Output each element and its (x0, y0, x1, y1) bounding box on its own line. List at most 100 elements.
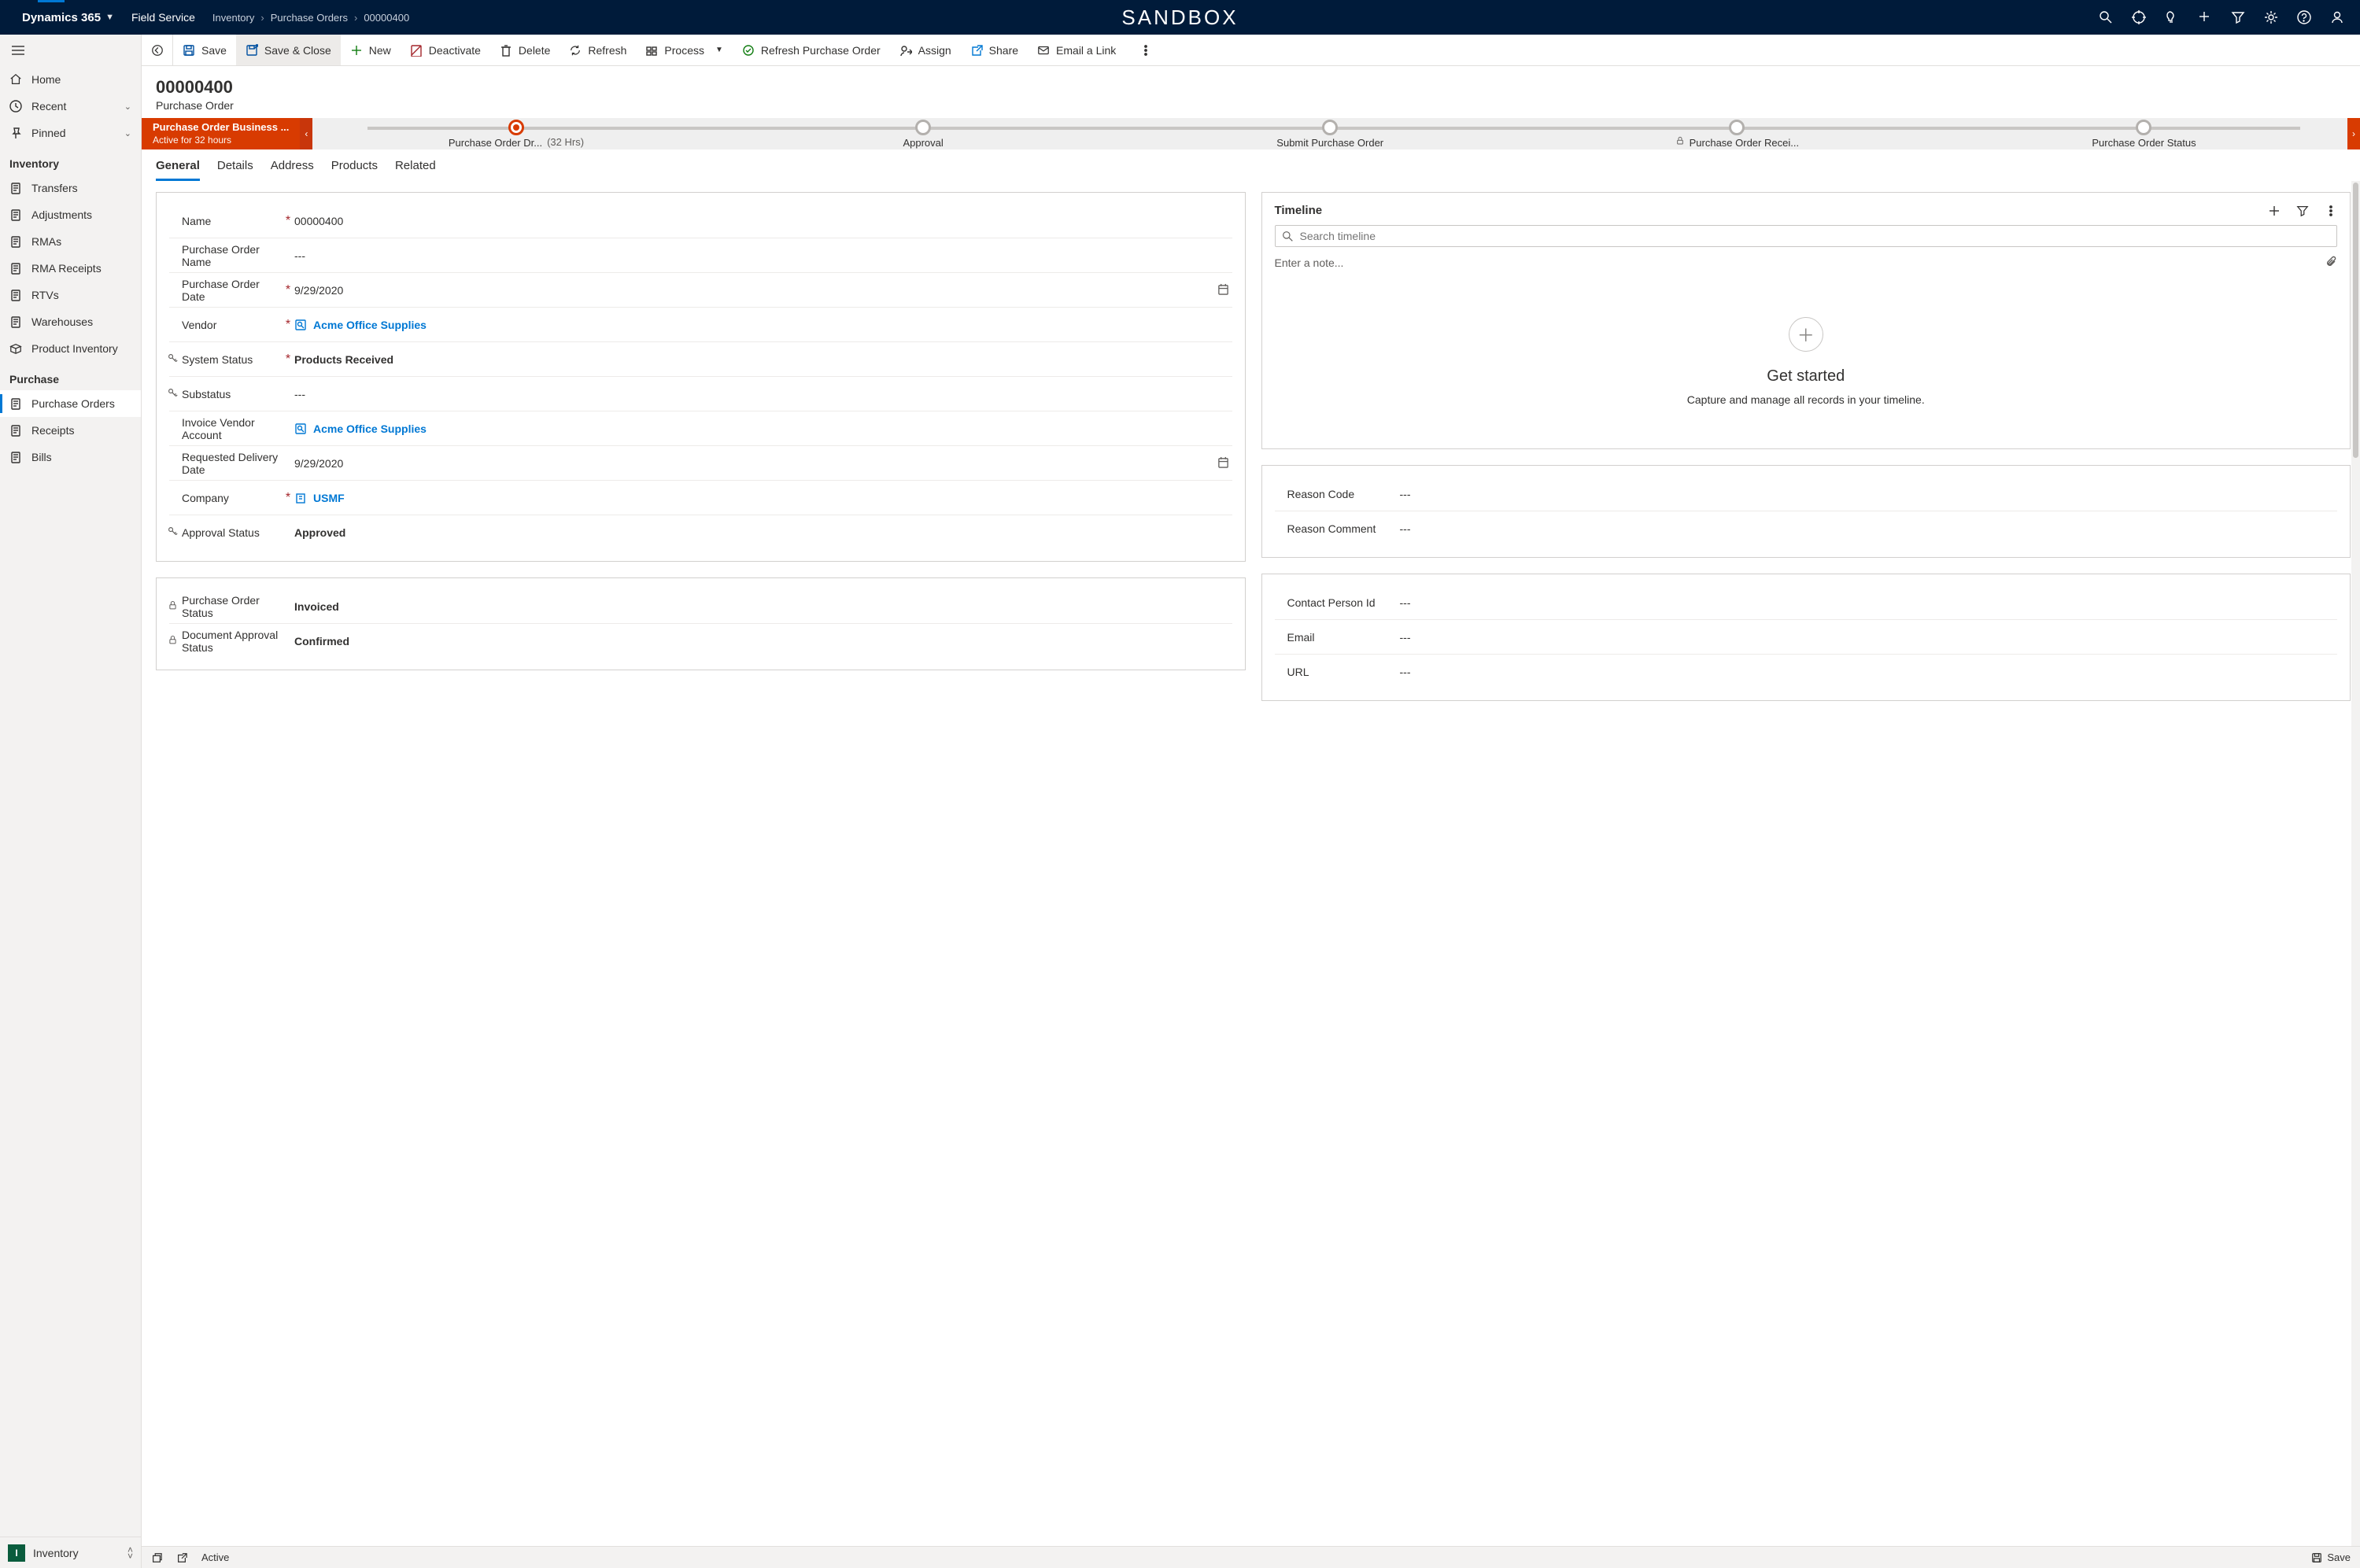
refresh-button[interactable]: Refresh (560, 35, 636, 65)
nav-transfers[interactable]: Transfers (0, 175, 141, 201)
nav-label: Pinned (31, 127, 66, 139)
deactivate-button[interactable]: Deactivate (401, 35, 490, 65)
popout-icon[interactable] (151, 1552, 162, 1563)
timeline-filter-button[interactable] (2296, 205, 2309, 217)
doc-approval-value: Confirmed (293, 632, 1232, 651)
nav-rtvs[interactable]: RTVs (0, 282, 141, 308)
key-icon (168, 353, 178, 366)
reason-code-input[interactable]: --- (1398, 485, 2338, 504)
share-button[interactable]: Share (961, 35, 1028, 65)
nav-purchase-orders[interactable]: Purchase Orders (0, 390, 141, 417)
module-name[interactable]: Field Service (131, 11, 195, 24)
email-input[interactable]: --- (1398, 628, 2338, 647)
filter-icon[interactable] (2231, 10, 2245, 24)
bpf-stage-submit[interactable]: Submit Purchase Order (1127, 118, 1534, 149)
tab-related[interactable]: Related (395, 159, 436, 181)
nav-label: Product Inventory (31, 342, 118, 355)
calendar-icon[interactable] (1215, 283, 1232, 297)
system-status-input[interactable]: Products Received (293, 350, 1232, 369)
go-back-button[interactable] (142, 35, 173, 65)
task-icon[interactable] (2132, 10, 2146, 24)
contact-input[interactable]: --- (1398, 593, 2338, 612)
save-close-button[interactable]: Save & Close (236, 35, 341, 65)
save-button[interactable]: Save (173, 35, 236, 65)
key-icon (168, 388, 178, 400)
bulb-icon[interactable] (2165, 10, 2179, 24)
nav-rmas[interactable]: RMAs (0, 228, 141, 255)
nav-product-inventory[interactable]: Product Inventory (0, 335, 141, 362)
timeline-search-input[interactable] (1300, 230, 2331, 242)
chevron-down-icon: ⌄ (124, 101, 131, 112)
bpf-next-button[interactable]: › (2347, 118, 2360, 149)
more-commands-button[interactable] (1130, 35, 1162, 65)
vertical-scrollbar[interactable] (2351, 181, 2360, 1568)
field-email: Email --- (1275, 620, 2338, 655)
substatus-input[interactable]: --- (293, 385, 1232, 404)
app-brand[interactable]: Dynamics 365 (22, 11, 101, 24)
field-po-name: Purchase Order Name --- (169, 238, 1232, 273)
approval-status-input[interactable]: Approved (293, 523, 1232, 542)
tab-products[interactable]: Products (331, 159, 378, 181)
breadcrumb: Inventory › Purchase Orders › 00000400 (212, 12, 409, 24)
timeline-add-button[interactable] (2268, 205, 2281, 217)
name-input[interactable]: 00000400 (293, 212, 1232, 231)
nav-label: Home (31, 73, 61, 86)
po-name-input[interactable]: --- (293, 246, 1232, 265)
assign-button[interactable]: Assign (890, 35, 961, 65)
nav-label: RTVs (31, 289, 59, 301)
crumb-inventory[interactable]: Inventory (212, 12, 254, 24)
email-link-button[interactable]: Email a Link (1028, 35, 1125, 65)
vendor-lookup[interactable]: Acme Office Supplies (293, 315, 1232, 334)
bpf-stage-receive[interactable]: Purchase Order Recei... (1534, 118, 1941, 149)
timeline-more-button[interactable] (2325, 205, 2337, 217)
hamburger-button[interactable] (0, 35, 141, 66)
url-input[interactable]: --- (1398, 662, 2338, 681)
crumb-purchase-orders[interactable]: Purchase Orders (271, 12, 348, 24)
nav-rma-receipts[interactable]: RMA Receipts (0, 255, 141, 282)
nav-recent[interactable]: Recent ⌄ (0, 93, 141, 120)
bpf-title[interactable]: Purchase Order Business ... Active for 3… (142, 118, 300, 149)
tab-address[interactable]: Address (271, 159, 314, 181)
key-icon (168, 526, 178, 539)
attachment-icon[interactable] (2325, 255, 2337, 270)
new-button[interactable]: New (341, 35, 401, 65)
timeline-note-input[interactable]: Enter a note... (1275, 256, 1344, 269)
plus-icon[interactable] (2198, 10, 2212, 24)
nav-warehouses[interactable]: Warehouses (0, 308, 141, 335)
help-icon[interactable] (2297, 10, 2311, 24)
footer-save-button[interactable]: Save (2311, 1551, 2351, 1563)
field-substatus: Substatus --- (169, 377, 1232, 411)
field-invoice-vendor: Invoice Vendor Account Acme Office Suppl… (169, 411, 1232, 446)
nav-home[interactable]: Home (0, 66, 141, 93)
delete-button[interactable]: Delete (490, 35, 560, 65)
plus-circle-icon[interactable]: ＋ (1789, 317, 1823, 352)
nav-pinned[interactable]: Pinned ⌄ (0, 120, 141, 146)
invoice-vendor-lookup[interactable]: Acme Office Supplies (293, 419, 1232, 438)
user-icon[interactable] (2330, 10, 2344, 24)
company-lookup[interactable]: USMF (293, 489, 1232, 507)
bpf-stage-draft[interactable]: Purchase Order Dr... (32 Hrs) (312, 118, 719, 149)
search-icon[interactable] (2099, 10, 2113, 24)
crumb-record[interactable]: 00000400 (364, 12, 409, 24)
bpf-stage-status[interactable]: Purchase Order Status (1941, 118, 2347, 149)
tab-details[interactable]: Details (217, 159, 253, 181)
gear-icon[interactable] (2264, 10, 2278, 24)
area-badge: I (8, 1544, 25, 1562)
process-button[interactable]: Process▼ (636, 35, 732, 65)
nav-receipts[interactable]: Receipts (0, 417, 141, 444)
app-switcher-icon[interactable]: ▼ (105, 13, 114, 22)
req-date-input[interactable]: 9/29/2020 (293, 454, 1215, 473)
reason-section: Reason Code --- Reason Comment --- (1261, 465, 2351, 558)
reason-comment-input[interactable]: --- (1398, 519, 2338, 538)
tab-general[interactable]: General (156, 159, 200, 181)
nav-adjustments[interactable]: Adjustments (0, 201, 141, 228)
refresh-po-button[interactable]: Refresh Purchase Order (733, 35, 890, 65)
bpf-prev-button[interactable]: ‹ (300, 118, 312, 149)
area-switcher[interactable]: I Inventory ˄˅ (0, 1537, 141, 1568)
nav-bills[interactable]: Bills (0, 444, 141, 470)
expand-icon[interactable] (176, 1552, 187, 1563)
po-status-value: Invoiced (293, 597, 1232, 616)
po-date-input[interactable]: 9/29/2020 (293, 281, 1215, 300)
bpf-stage-approval[interactable]: Approval (720, 118, 1127, 149)
calendar-icon[interactable] (1215, 456, 1232, 470)
